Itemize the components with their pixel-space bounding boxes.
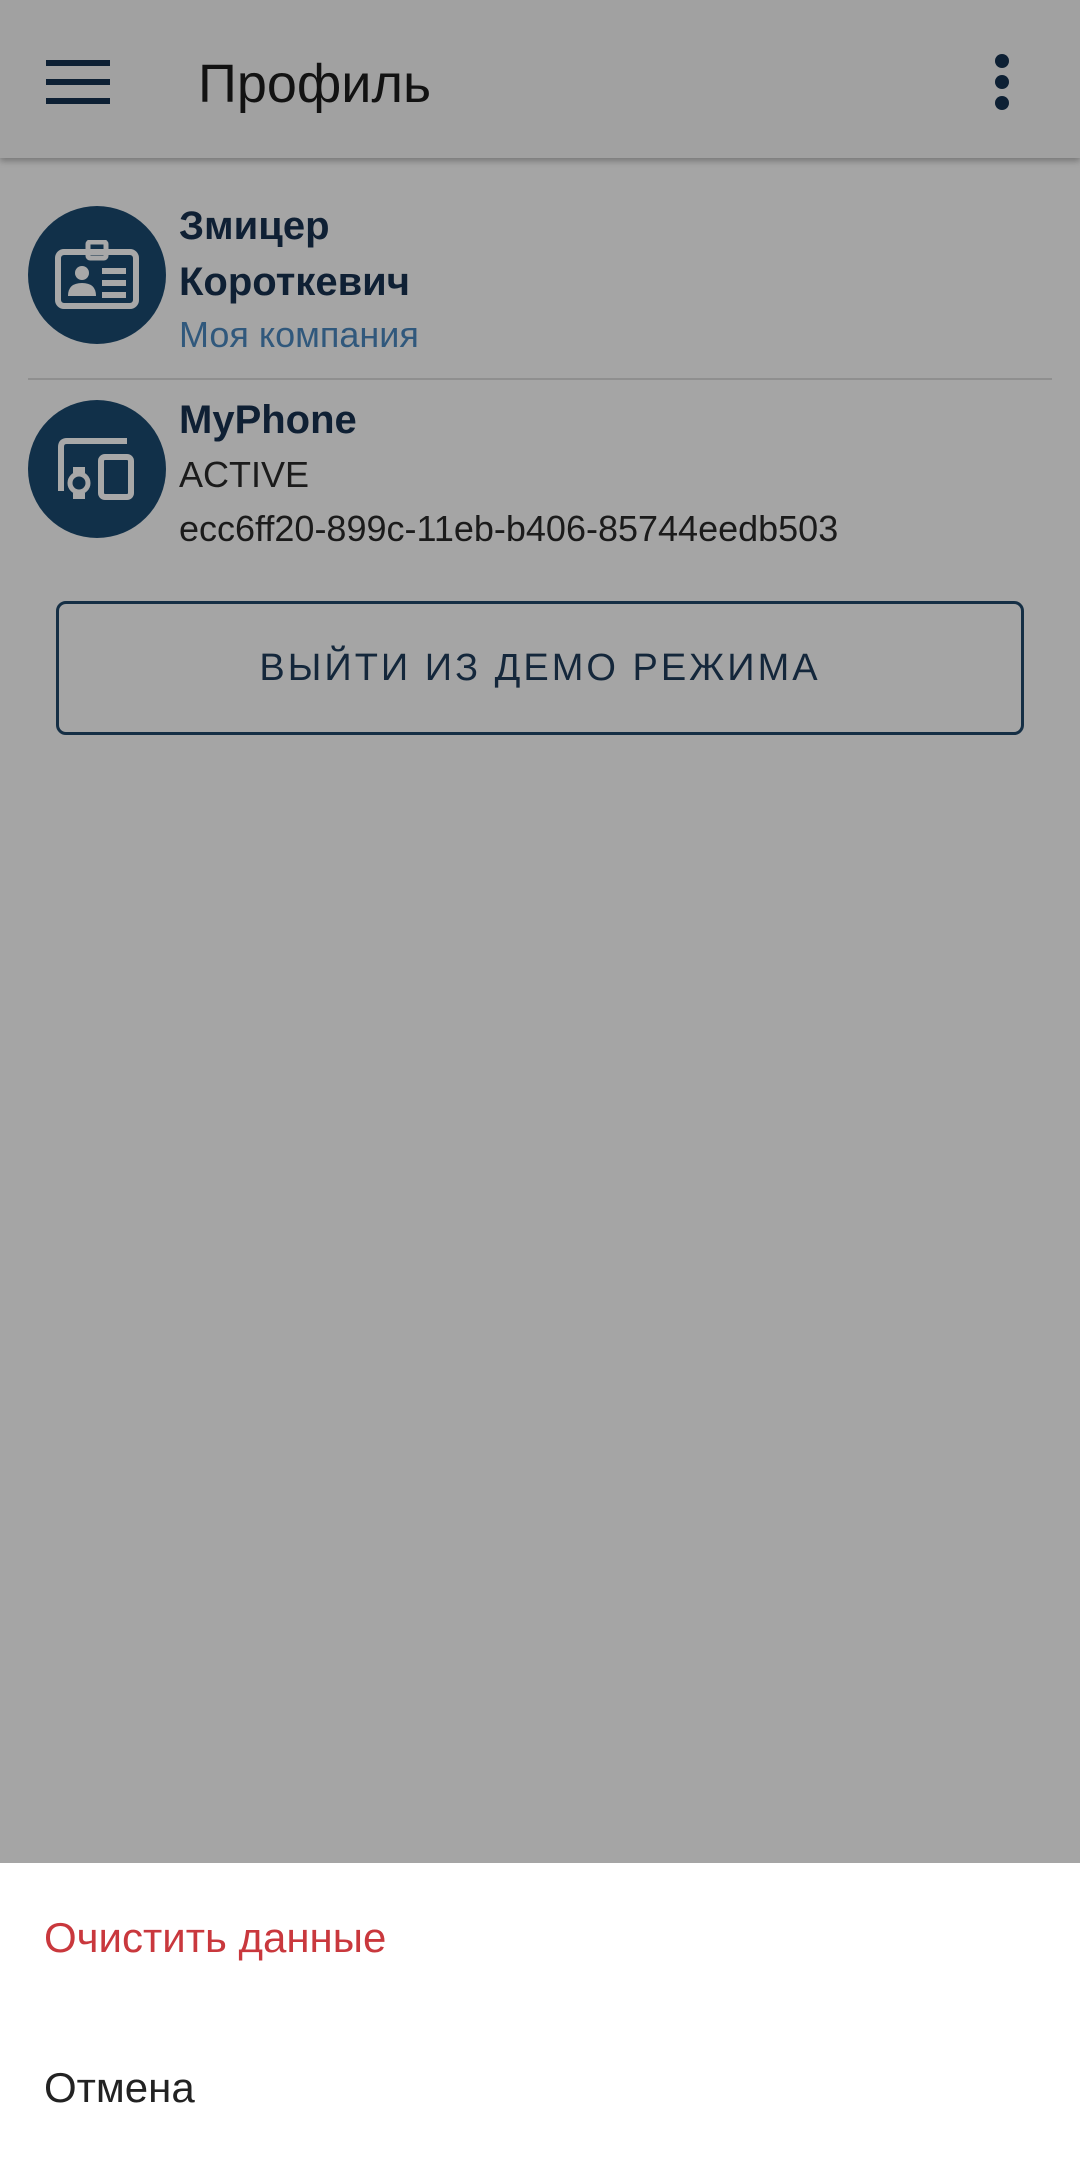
clear-data-button[interactable]: Очистить данные	[0, 1863, 1080, 2013]
modal-scrim[interactable]	[0, 0, 1080, 2161]
cancel-button[interactable]: Отмена	[0, 2013, 1080, 2161]
bottom-sheet: Очистить данные Отмена	[0, 1863, 1080, 2161]
